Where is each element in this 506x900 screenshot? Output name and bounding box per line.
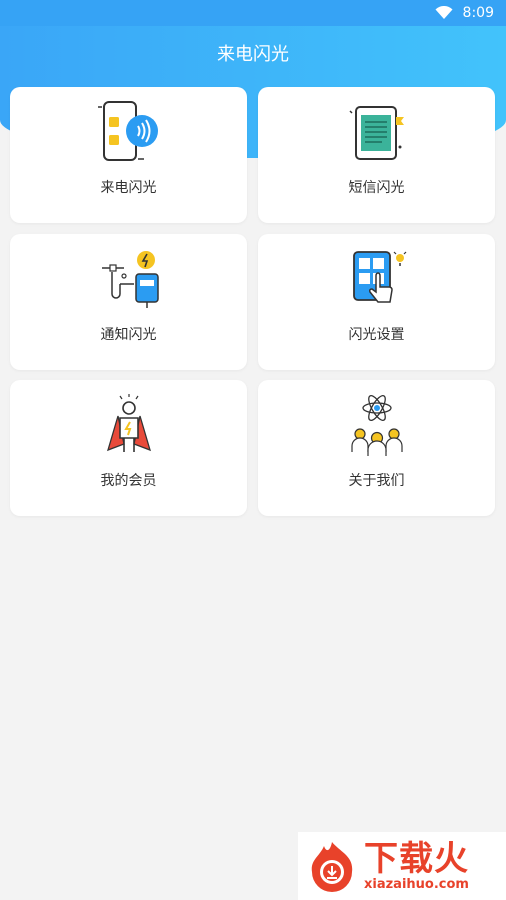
- settings-tablet-hand-icon: [342, 246, 412, 312]
- watermark: 下载火 xiazaihuo.com: [298, 832, 506, 900]
- superhero-member-icon: [94, 392, 164, 458]
- watermark-brand: 下载火: [364, 838, 469, 879]
- menu-item-label: 我的会员: [100, 473, 157, 489]
- menu-item-notification-flash[interactable]: 通知闪光: [10, 234, 247, 370]
- menu-item-incoming-call-flash[interactable]: 来电闪光: [10, 87, 247, 223]
- wifi-icon: [435, 6, 453, 20]
- menu-item-about-us[interactable]: 关于我们: [258, 380, 495, 516]
- watermark-url: xiazaihuo.com: [364, 876, 469, 892]
- status-bar: 8:09: [0, 0, 506, 26]
- sms-document-icon: [342, 99, 412, 165]
- flame-download-logo-icon: [304, 838, 360, 894]
- menu-item-label: 关于我们: [348, 473, 405, 489]
- incoming-call-phone-icon: [94, 99, 164, 165]
- menu-item-label: 来电闪光: [100, 180, 157, 196]
- menu-item-flash-settings[interactable]: 闪光设置: [258, 234, 495, 370]
- page-title: 来电闪光: [217, 44, 289, 65]
- menu-item-label: 通知闪光: [100, 327, 157, 343]
- menu-item-sms-flash[interactable]: 短信闪光: [258, 87, 495, 223]
- notification-power-icon: [94, 246, 164, 312]
- team-atom-icon: [342, 392, 412, 458]
- menu-item-label: 短信闪光: [348, 180, 405, 196]
- menu-item-label: 闪光设置: [348, 327, 405, 343]
- status-time: 8:09: [462, 5, 494, 21]
- menu-item-my-membership[interactable]: 我的会员: [10, 380, 247, 516]
